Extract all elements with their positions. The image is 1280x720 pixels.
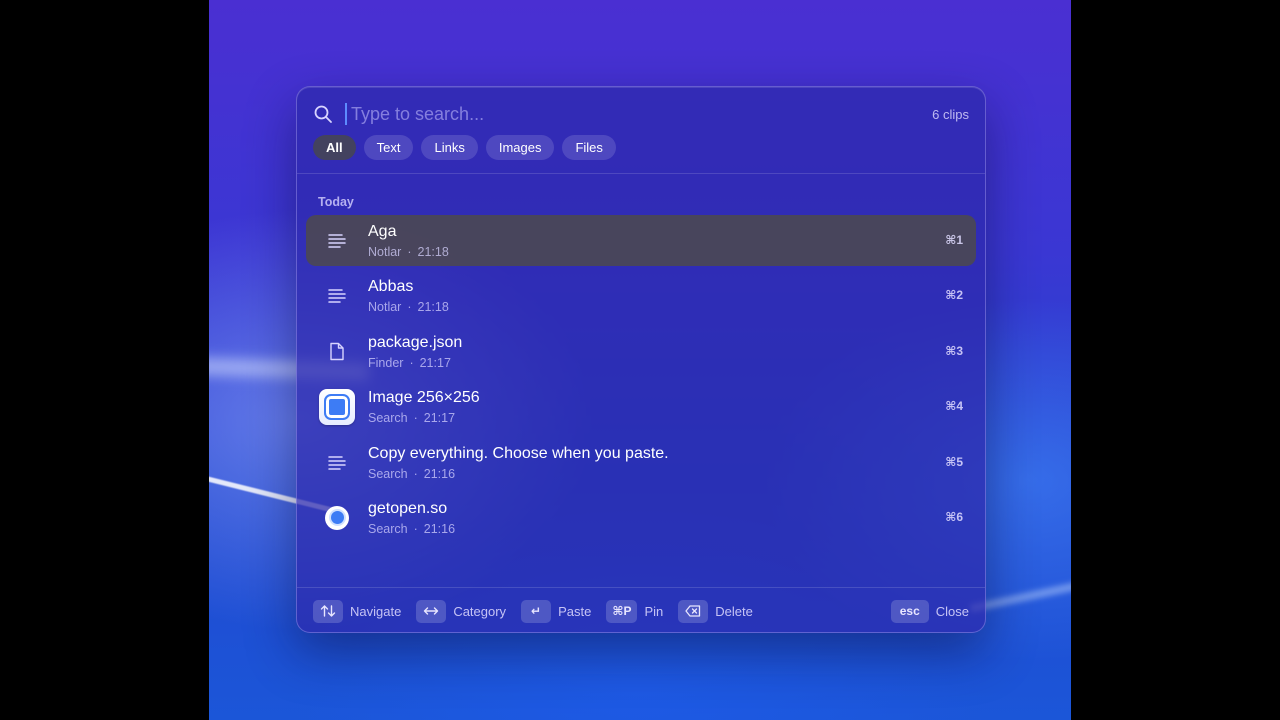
hint-navigate[interactable]: Navigate [313,599,402,623]
clip-row[interactable]: Abbas Notlar · 21:18 ⌘2 [306,270,976,321]
clip-title: package.json [368,333,463,351]
clip-title: Image 256×256 [368,389,480,407]
hint-label: Delete [715,603,753,619]
clip-row[interactable]: Image 256×256 Search · 21:17 ⌘4 [306,381,976,432]
clip-title: getopen.so [368,499,448,517]
hint-paste[interactable]: ↵ Paste [521,599,592,623]
header-divider [297,173,985,174]
image-app-icon [318,388,356,426]
clip-meta: Search · 21:16 [368,467,455,481]
meta-separator: · [407,245,412,259]
clip-source: Search [368,411,408,426]
meta-separator: · [413,521,418,536]
clipboard-panel: 6 clips All Text Links Images Files Toda… [296,86,986,633]
filter-images[interactable]: Images [485,135,555,160]
clip-time: 21:17 [419,355,451,370]
clip-time: 21:17 [423,411,456,426]
text-lines-icon [318,222,356,260]
clip-row[interactable]: package.json Finder · 21:17 ⌘3 [306,326,976,377]
search-input[interactable] [351,103,933,125]
hint-label: Paste [558,603,592,619]
text-caret [345,103,347,125]
meta-separator: · [413,411,418,426]
hint-pin[interactable]: ⌘P Pin [606,599,664,623]
meta-separator: · [407,300,412,315]
hint-close[interactable]: esc Close [890,599,969,623]
clip-time: 21:16 [423,521,456,536]
favicon [325,505,349,530]
return-key-icon: ↵ [521,599,552,623]
text-lines-icon [318,277,356,315]
clip-shortcut: ⌘3 [945,343,963,358]
meta-separator: · [413,466,418,481]
clip-list: Aga Notlar · 21:18 ⌘1 Abbas Notlar · 21:18 ⌘… [306,215,976,547]
clip-time: 21:18 [417,245,449,259]
clip-row[interactable]: Aga Notlar · 21:18 ⌘1 [306,215,976,266]
clip-count: 6 clips [932,106,969,122]
clip-title: Aga [368,223,397,240]
hint-delete[interactable]: Delete [678,599,753,623]
clip-meta: Notlar · 21:18 [368,300,449,314]
hint-label: Category [453,603,507,619]
hint-category[interactable]: Category [416,599,507,623]
clip-source: Notlar [368,245,402,259]
clip-title: Abbas [368,278,414,296]
clip-meta: Search · 21:16 [368,522,455,536]
pin-shortcut-key: ⌘P [606,599,638,623]
meta-separator: · [409,355,414,370]
hint-label: Navigate [350,603,402,619]
shortcut-footer: Navigate Category ↵ Paste ⌘P Pin Delete … [313,599,969,623]
filter-all[interactable]: All [313,135,356,160]
clip-shortcut: ⌘6 [945,509,963,524]
clip-shortcut: ⌘5 [945,454,963,469]
link-favicon-icon [318,499,356,537]
filter-links[interactable]: Links [421,135,478,160]
clip-shortcut: ⌘2 [945,288,963,303]
esc-key: esc [890,599,929,623]
clip-meta: Finder · 21:17 [368,356,451,370]
clip-time: 21:16 [423,466,456,481]
category-filters: All Text Links Images Files [313,135,616,160]
filter-text[interactable]: Text [363,135,414,160]
hint-label: Pin [644,603,664,619]
clip-source: Search [368,521,408,536]
clip-row[interactable]: getopen.so Search · 21:16 ⌘6 [306,492,976,543]
hint-label: Close [935,603,969,619]
clip-source: Search [368,466,408,481]
left-right-arrow-icon [416,599,447,623]
clip-title: Copy everything. Choose when you paste. [368,444,669,462]
clip-meta: Search · 21:17 [368,411,455,425]
filter-files[interactable]: Files [562,135,616,160]
clip-meta: Notlar · 21:18 [368,245,449,259]
section-header-today: Today [318,195,354,209]
clip-source: Notlar [368,300,402,315]
clip-row[interactable]: Copy everything. Choose when you paste. … [306,437,976,488]
clip-time: 21:18 [417,300,449,315]
footer-divider [297,587,985,588]
delete-key-icon [678,599,709,623]
search-bar: 6 clips [313,101,969,127]
text-lines-icon [318,444,356,482]
file-icon [318,333,356,371]
clip-source: Finder [368,355,404,370]
clip-shortcut: ⌘1 [945,233,963,247]
navigate-arrows-icon [313,599,343,623]
image-thumbnail [319,389,355,426]
clip-shortcut: ⌘4 [945,399,963,414]
search-icon [313,104,333,124]
